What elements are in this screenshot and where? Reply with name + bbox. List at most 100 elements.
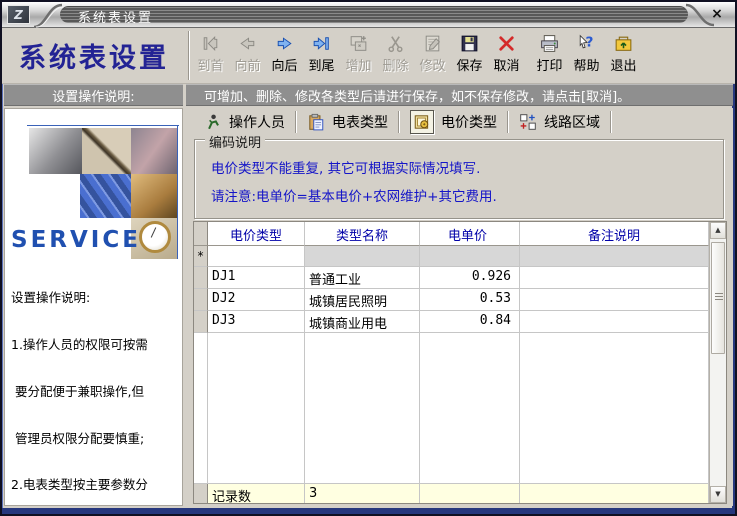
grid-empty-area bbox=[194, 333, 709, 483]
column-header-note[interactable]: 备注说明 bbox=[520, 222, 709, 246]
footer-empty-cell bbox=[520, 484, 709, 503]
groupbox-title: 编码说明 bbox=[205, 132, 265, 151]
row-selector[interactable] bbox=[194, 311, 208, 333]
tab-operators[interactable]: 操作人员 bbox=[194, 110, 295, 134]
collage-frame-line bbox=[27, 125, 179, 126]
titlebar: Z 系统表设置 × bbox=[2, 2, 735, 28]
cell-type-name[interactable]: 普通工业 bbox=[305, 267, 420, 289]
button-label: 帮助 bbox=[573, 55, 599, 74]
cell-price-type[interactable]: DJ3 bbox=[208, 311, 305, 333]
cell-unit-price[interactable]: 0.926 bbox=[420, 267, 520, 289]
tab-price-types[interactable]: 电价类型 bbox=[400, 110, 507, 134]
photo-tile-keyboard bbox=[80, 174, 131, 218]
scrollbar-thumb[interactable] bbox=[711, 242, 725, 354]
last-record-button[interactable]: 到尾 bbox=[303, 33, 340, 81]
row-selector bbox=[194, 484, 208, 503]
save-button[interactable]: 保存 bbox=[451, 33, 488, 81]
delete-record-button: 删除 bbox=[377, 33, 414, 81]
print-button[interactable]: 打印 bbox=[531, 33, 568, 81]
service-label: SERVICE bbox=[11, 227, 141, 253]
arrow-next-icon bbox=[274, 33, 295, 54]
cell-unit-price[interactable]: 0.53 bbox=[420, 289, 520, 311]
region-grid-icon bbox=[519, 113, 537, 131]
scroll-up-icon[interactable]: ▲ bbox=[710, 222, 726, 239]
button-label: 到尾 bbox=[308, 55, 334, 74]
service-collage-image: SERVICE bbox=[5, 115, 183, 261]
page-title: 系统表设置 bbox=[2, 28, 186, 83]
cell-new-note[interactable] bbox=[520, 246, 709, 267]
instruction-line: 管理员权限分配要慎重; bbox=[11, 431, 183, 447]
vertical-scrollbar[interactable]: ▲ ▼ bbox=[709, 222, 726, 503]
grid-header-row: 电价类型 类型名称 电单价 备注说明 bbox=[194, 222, 709, 246]
next-record-button[interactable]: 向后 bbox=[266, 33, 303, 81]
add-icon bbox=[348, 33, 369, 54]
button-label: 向后 bbox=[271, 55, 297, 74]
toolbar-buttons: 到首 向前 向后 到尾 bbox=[192, 28, 642, 83]
scissors-icon bbox=[385, 33, 406, 54]
button-label: 打印 bbox=[536, 55, 562, 74]
cell-unit-price[interactable]: 0.84 bbox=[420, 311, 520, 333]
price-types-grid: 电价类型 类型名称 电单价 备注说明 * DJ1 普通工业 0.926 bbox=[193, 221, 727, 504]
arrow-first-icon bbox=[200, 33, 221, 54]
photo-tile-tool bbox=[29, 128, 82, 174]
photo-tile-hands bbox=[131, 174, 177, 218]
button-label: 删除 bbox=[382, 55, 408, 74]
record-count-value: 3 bbox=[305, 484, 420, 503]
price-book-icon bbox=[413, 113, 431, 131]
cell-type-name[interactable]: 城镇商业用电 bbox=[305, 311, 420, 333]
empty-cell bbox=[420, 333, 520, 483]
column-header-price-type[interactable]: 电价类型 bbox=[208, 222, 305, 246]
modify-record-button: 修改 bbox=[414, 33, 451, 81]
cell-price-type[interactable]: DJ2 bbox=[208, 289, 305, 311]
arrow-prev-icon bbox=[237, 33, 258, 54]
app-logo-icon: Z bbox=[7, 5, 30, 24]
cell-new-price[interactable] bbox=[420, 246, 520, 267]
help-button[interactable]: ? 帮助 bbox=[568, 33, 605, 81]
column-header-type-name[interactable]: 类型名称 bbox=[305, 222, 420, 246]
column-header-unit-price[interactable]: 电单价 bbox=[420, 222, 520, 246]
row-selector[interactable] bbox=[194, 267, 208, 289]
help-cursor-icon: ? bbox=[576, 33, 597, 54]
floppy-save-icon bbox=[459, 33, 480, 54]
button-label: 保存 bbox=[456, 55, 482, 74]
toolbar-separator bbox=[188, 31, 190, 80]
cell-note[interactable] bbox=[520, 289, 709, 311]
scroll-down-icon[interactable]: ▼ bbox=[710, 486, 726, 503]
cell-new-type[interactable] bbox=[208, 246, 305, 267]
row-selector[interactable] bbox=[194, 289, 208, 311]
cell-note[interactable] bbox=[520, 267, 709, 289]
table-row: DJ1 普通工业 0.926 bbox=[194, 267, 709, 289]
cell-new-name[interactable] bbox=[305, 246, 420, 267]
sidebar: SERVICE 设置操作说明: 1.操作人员的权限可按需 要分配便于兼职操作,但… bbox=[4, 108, 183, 506]
watch-face bbox=[139, 221, 171, 253]
tab-meter-types[interactable]: 电表类型 bbox=[297, 110, 398, 134]
cell-note[interactable] bbox=[520, 311, 709, 333]
instruction-line: 2.电表类型按主要参数分 bbox=[11, 477, 183, 493]
button-label: 修改 bbox=[419, 55, 445, 74]
exit-button[interactable]: 退出 bbox=[605, 33, 642, 81]
instructions-text: 设置操作说明: 1.操作人员的权限可按需 要分配便于兼职操作,但 管理员权限分配… bbox=[11, 259, 183, 506]
sidebar-header-bar: 设置操作说明: bbox=[4, 84, 183, 106]
empty-cell bbox=[520, 333, 709, 483]
cancel-button[interactable]: 取消 bbox=[488, 33, 525, 81]
button-label: 向前 bbox=[234, 55, 260, 74]
tab-label: 操作人员 bbox=[229, 112, 285, 132]
photo-tile-pen bbox=[82, 128, 131, 174]
tab-label: 线路区域 bbox=[544, 112, 600, 132]
cell-price-type[interactable]: DJ1 bbox=[208, 267, 305, 289]
photo-tile-pliers bbox=[131, 128, 177, 174]
edit-document-icon bbox=[422, 33, 443, 54]
button-label: 增加 bbox=[345, 55, 371, 74]
sidebar-header-text: 设置操作说明: bbox=[52, 86, 134, 105]
cell-type-name[interactable]: 城镇居民照明 bbox=[305, 289, 420, 311]
table-row: DJ2 城镇居民照明 0.53 bbox=[194, 289, 709, 311]
tab-line-regions[interactable]: 线路区域 bbox=[509, 110, 610, 134]
red-x-icon bbox=[496, 33, 517, 54]
tab-separator bbox=[610, 111, 612, 133]
scrollbar-grip bbox=[715, 293, 723, 300]
record-count-label: 记录数 bbox=[208, 484, 305, 503]
record-count-row: 记录数 3 bbox=[194, 483, 709, 503]
first-record-button: 到首 bbox=[192, 33, 229, 81]
add-record-button: 增加 bbox=[340, 33, 377, 81]
close-icon[interactable]: × bbox=[708, 5, 726, 23]
